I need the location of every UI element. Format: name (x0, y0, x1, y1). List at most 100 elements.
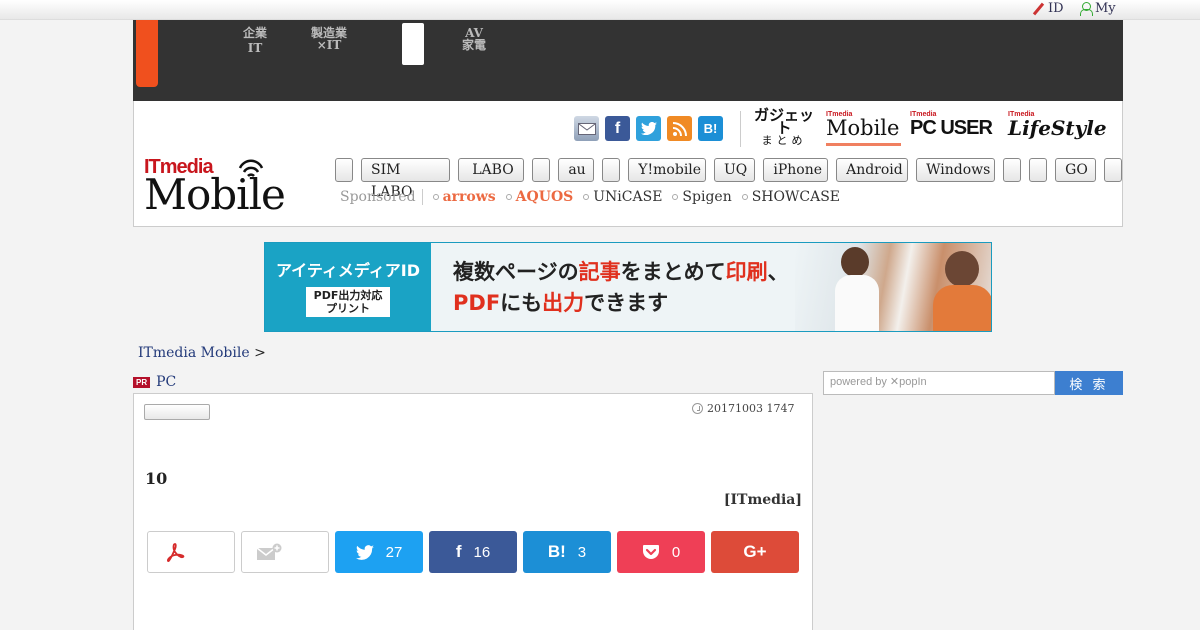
category-button-sim-labo[interactable]: SIM LABO (361, 158, 451, 200)
category-button-uq[interactable]: UQ (713, 158, 756, 182)
twitter-icon[interactable] (636, 116, 661, 141)
gnav-item-line2: IT (247, 41, 263, 55)
gnav-item-line2: 家電 (462, 38, 487, 52)
site-pcuser-name: PC USER (910, 117, 993, 139)
site-pcuser[interactable]: ITmedia PC USER (910, 111, 993, 139)
category-button[interactable] (602, 158, 621, 182)
search-button[interactable]: 検 索 (1055, 371, 1123, 395)
facebook-icon[interactable]: f (605, 116, 630, 141)
site-gadget-title: ガジェット (754, 107, 815, 137)
gnav-item-av[interactable]: AV 家電 (462, 27, 486, 51)
gnav-item-line1: 企業 (243, 26, 268, 40)
site-lifestyle[interactable]: ITmedia LifeStyle (1008, 111, 1107, 138)
active-site-tab[interactable] (136, 20, 158, 87)
mail-share-button[interactable] (241, 531, 329, 573)
banner-ad[interactable]: アイティメディアID PDF出力対応 プリント 複数ページの記事をまとめて印刷、… (264, 242, 992, 332)
category-button-go[interactable]: GO (1055, 158, 1096, 182)
gplus-share-button[interactable]: G+ (711, 531, 799, 573)
facebook-icon: f (455, 542, 462, 561)
sponsored-link-spigen[interactable]: Spigen (672, 189, 732, 205)
sponsored-link-unicase[interactable]: UNiCASE (583, 189, 662, 205)
pr-category[interactable]: PC (156, 374, 176, 390)
article-datetime: 20171003 1747 (692, 402, 794, 415)
twitter-icon (355, 544, 374, 560)
site-logo[interactable]: ITmedia Mobile (144, 156, 294, 219)
banner-text: できます (584, 291, 669, 315)
pocket-share-button[interactable]: 0 (617, 531, 705, 573)
pocket-share-count: 0 (671, 543, 681, 561)
mail-add-icon (256, 543, 282, 560)
banner-brand: アイティメディアID (275, 261, 421, 280)
category-button[interactable] (532, 158, 551, 182)
site-switcher-divider (740, 111, 741, 147)
sponsored-link-label: arrows (442, 189, 496, 205)
gnav-active-marker[interactable] (402, 23, 424, 65)
gnav-item-manufacturing[interactable]: 製造業 ×IT (311, 27, 347, 51)
category-button[interactable] (1029, 158, 1048, 182)
breadcrumb: ITmedia Mobile > (138, 345, 266, 361)
hatena-bookmark-icon[interactable]: B! (698, 116, 723, 141)
article-tag[interactable] (144, 404, 210, 420)
gplus-icon: G+ (743, 542, 767, 561)
sponsored-label: Sponsored (340, 189, 423, 205)
site-mobile[interactable]: ITmedia Mobile (826, 111, 901, 146)
site-gadget-matome[interactable]: ガジェット まとめ (754, 107, 815, 148)
site-lifestyle-name: LifeStyle (1008, 116, 1107, 140)
sponsored-link-label: AQUOS (515, 189, 574, 205)
id-link[interactable]: ID (1032, 1, 1064, 16)
category-button-au[interactable]: au (558, 158, 595, 182)
category-button-labo[interactable]: LABO (458, 158, 525, 182)
category-button-ymobile[interactable]: Y!mobile (628, 158, 706, 182)
pr-label: PR PC (133, 374, 176, 390)
category-button-android[interactable]: Android (836, 158, 909, 182)
banner-message: 複数ページの記事をまとめて印刷、 PDFにも出力できます (453, 257, 789, 319)
category-button[interactable] (1103, 158, 1122, 182)
category-button-windows[interactable]: Windows (916, 158, 996, 182)
clock-icon (692, 403, 703, 414)
breadcrumb-home[interactable]: ITmedia Mobile (138, 345, 250, 361)
sponsored-link-showcase[interactable]: SHOWCASE (741, 189, 841, 205)
search-input[interactable]: powered by ✕popIn (823, 371, 1055, 395)
pdf-icon (166, 543, 185, 562)
sponsored-link-label: SHOWCASE (751, 189, 841, 205)
gnav-item-line2: ×IT (316, 38, 342, 52)
sponsored-link-label: UNiCASE (593, 189, 663, 205)
site-mobile-name: Mobile (826, 116, 900, 140)
sponsored-link-label: Spigen (682, 189, 732, 205)
id-label: ID (1048, 1, 1064, 16)
my-link[interactable]: My (1080, 1, 1116, 16)
twitter-share-button[interactable]: 27 (335, 531, 423, 573)
article-headline: 10 (145, 469, 168, 488)
hatena-bookmark-icon: B! (547, 542, 566, 561)
category-button-iphone[interactable]: iPhone (763, 158, 829, 182)
my-label: My (1095, 1, 1116, 16)
rss-icon[interactable] (667, 116, 692, 141)
gnav-item-enterprise[interactable]: 企業 IT (243, 27, 267, 54)
bullet-icon (741, 194, 748, 200)
bullet-icon (432, 194, 439, 200)
sponsored-link-arrows[interactable]: arrows (432, 189, 496, 205)
banner-badge-line2: プリント (326, 302, 370, 315)
pocket-icon (642, 544, 659, 559)
social-links: f B! (574, 116, 723, 141)
banner-text: にも (500, 291, 543, 315)
category-button[interactable] (1003, 158, 1022, 182)
site-gadget-sub: まとめ (761, 135, 807, 147)
banner-badge-line1: PDF出力対応 (313, 289, 383, 302)
banner-badge: PDF出力対応 プリント (305, 287, 391, 317)
category-button[interactable] (335, 158, 353, 182)
logo-name: Mobile (144, 170, 286, 219)
breadcrumb-separator: > (254, 345, 266, 361)
facebook-share-button[interactable]: f 16 (429, 531, 517, 573)
hatena-share-button[interactable]: B! 3 (523, 531, 611, 573)
article-datetime-text: 20171003 1747 (707, 402, 795, 415)
category-nav: SIM LABO LABO au Y!mobile UQ iPhone Andr… (335, 158, 1122, 200)
banner-text-highlight: 出力 (542, 291, 585, 315)
banner-text: 複数ページの (453, 260, 579, 284)
bullet-icon (583, 194, 590, 200)
banner-text-highlight: PDF (453, 291, 501, 315)
pdf-button[interactable] (147, 531, 235, 573)
banner-text: 、 (767, 260, 789, 284)
sponsored-link-aquos[interactable]: AQUOS (505, 189, 574, 205)
mail-icon[interactable] (574, 116, 599, 141)
